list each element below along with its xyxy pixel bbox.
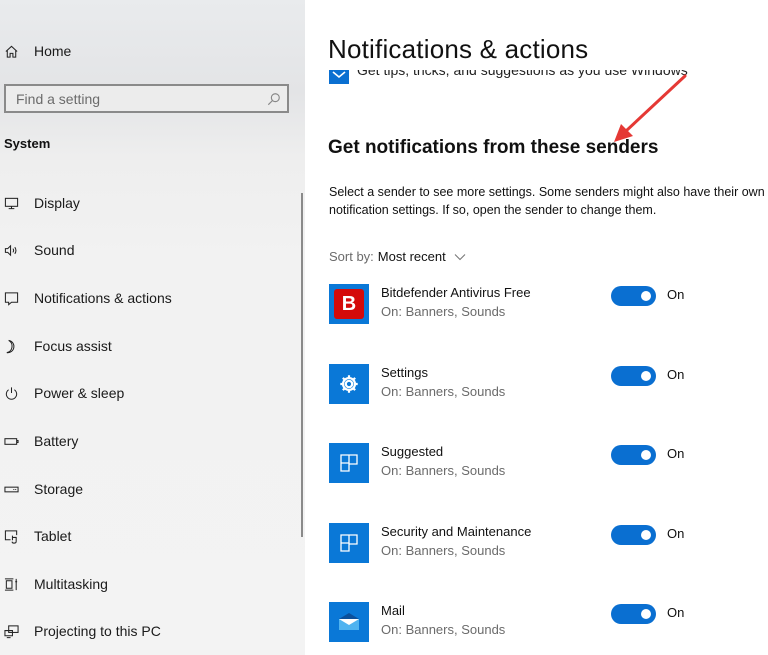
monitor-icon — [0, 196, 34, 211]
section-description: Select a sender to see more settings. So… — [329, 185, 765, 217]
sidebar-item-focus-assist[interactable]: Focus assist — [0, 326, 300, 366]
sender-row[interactable]: B Bitdefender Antivirus Free On: Banners… — [329, 284, 749, 328]
section-title: Get notifications from these senders — [328, 137, 659, 158]
multitasking-icon — [0, 577, 34, 592]
home-icon — [0, 44, 34, 59]
toggle-state-label: On — [667, 367, 685, 382]
toggle-state-label: On — [667, 287, 685, 302]
speaker-icon — [0, 243, 34, 258]
message-icon — [0, 291, 34, 306]
sidebar-item-power-sleep[interactable]: Power & sleep — [0, 373, 300, 413]
tips-checkbox-label: Get tips, tricks, and suggestions as you… — [357, 66, 688, 78]
sidebar-item-notifications[interactable]: Notifications & actions — [0, 278, 300, 318]
chevron-down-icon[interactable] — [454, 249, 466, 264]
sidebar-item-label: Home — [34, 43, 72, 59]
sidebar-item-home[interactable]: Home — [0, 36, 300, 66]
main-content: Notifications & actions Get tips, tricks… — [305, 0, 768, 655]
sender-name: Security and Maintenance — [381, 524, 532, 539]
sidebar-item-label: Battery — [34, 433, 79, 449]
sender-row[interactable]: Security and Maintenance On: Banners, So… — [329, 523, 749, 567]
sender-name: Settings — [381, 365, 428, 380]
battery-icon — [0, 434, 34, 449]
sender-name: Bitdefender Antivirus Free — [381, 285, 531, 300]
tablet-icon — [0, 529, 34, 544]
sort-dropdown[interactable]: Sort by: Most recent — [329, 249, 466, 264]
sender-status: On: Banners, Sounds — [381, 384, 506, 399]
sidebar-item-label: Storage — [34, 481, 84, 497]
sidebar-item-multitasking[interactable]: Multitasking — [0, 564, 300, 604]
storage-icon — [0, 482, 34, 497]
sender-status: On: Banners, Sounds — [381, 622, 506, 637]
mail-icon — [329, 602, 369, 642]
sort-value[interactable]: Most recent — [378, 249, 446, 264]
sender-status: On: Banners, Sounds — [381, 463, 506, 478]
sidebar-item-label: Power & sleep — [34, 385, 125, 401]
gear-icon — [329, 364, 369, 404]
sidebar-item-display[interactable]: Display — [0, 183, 300, 223]
sender-row[interactable]: Mail On: Banners, Sounds On — [329, 602, 749, 646]
sidebar-item-label: Projecting to this PC — [34, 623, 161, 639]
sender-toggle[interactable] — [611, 604, 656, 624]
sidebar-item-label: Sound — [34, 242, 75, 258]
bitdefender-badge: B — [334, 289, 364, 319]
sidebar-item-label: Multitasking — [34, 576, 108, 592]
sender-status: On: Banners, Sounds — [381, 543, 506, 558]
toggle-knob — [641, 530, 651, 540]
sender-toggle[interactable] — [611, 366, 656, 386]
sender-toggle[interactable] — [611, 445, 656, 465]
sort-label: Sort by: — [329, 249, 374, 264]
sidebar: Home System Display Sound Notifications … — [0, 0, 305, 655]
sidebar-scrollbar[interactable] — [301, 193, 303, 537]
search-box[interactable] — [4, 84, 289, 113]
sidebar-item-label: Notifications & actions — [34, 290, 172, 306]
toggle-knob — [641, 371, 651, 381]
toggle-state-label: On — [667, 605, 685, 620]
search-icon[interactable] — [261, 92, 287, 106]
sender-status: On: Banners, Sounds — [381, 304, 506, 319]
toggle-state-label: On — [667, 526, 685, 541]
toggle-knob — [641, 291, 651, 301]
tips-checkbox-row[interactable]: Get tips, tricks, and suggestions as you… — [329, 66, 749, 86]
tiles-icon — [329, 443, 369, 483]
search-input[interactable] — [6, 86, 261, 111]
moon-icon — [0, 339, 34, 354]
toggle-knob — [641, 450, 651, 460]
page-title: Notifications & actions — [328, 34, 589, 64]
section-label-system: System — [4, 136, 51, 151]
sidebar-item-label: Tablet — [34, 528, 72, 544]
sender-name: Suggested — [381, 444, 444, 459]
sidebar-item-projecting[interactable]: Projecting to this PC — [0, 611, 300, 651]
sender-toggle[interactable] — [611, 525, 656, 545]
sidebar-item-label: Focus assist — [34, 338, 112, 354]
projecting-icon — [0, 624, 34, 639]
sidebar-item-storage[interactable]: Storage — [0, 469, 300, 509]
power-icon — [0, 386, 34, 401]
sidebar-item-label: Display — [34, 195, 80, 211]
bitdefender-icon: B — [329, 284, 369, 324]
toggle-state-label: On — [667, 446, 685, 461]
sender-row[interactable]: Suggested On: Banners, Sounds On — [329, 443, 749, 487]
sender-row[interactable]: Settings On: Banners, Sounds On — [329, 364, 749, 408]
sender-name: Mail — [381, 603, 405, 618]
sender-toggle[interactable] — [611, 286, 656, 306]
tiles-icon — [329, 523, 369, 563]
toggle-knob — [641, 609, 651, 619]
sidebar-item-tablet[interactable]: Tablet — [0, 516, 300, 556]
checkbox-checked-icon[interactable] — [329, 70, 349, 84]
sidebar-item-sound[interactable]: Sound — [0, 230, 300, 270]
sidebar-item-battery[interactable]: Battery — [0, 421, 300, 461]
